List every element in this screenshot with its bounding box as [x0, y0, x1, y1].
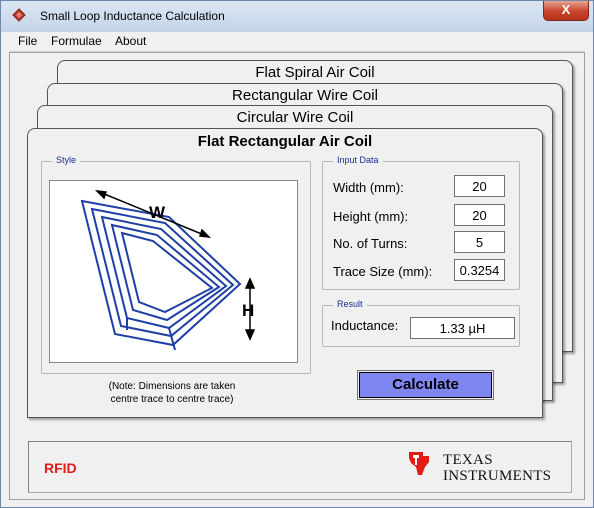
window-title: Small Loop Inductance Calculation — [40, 9, 225, 23]
trace-size-label: Trace Size (mm): — [333, 264, 433, 279]
inductance-label: Inductance: — [331, 318, 399, 333]
ti-line-1: Texas — [443, 452, 493, 468]
tab-title: Circular Wire Coil — [236, 109, 354, 126]
close-button[interactable]: X — [543, 1, 589, 21]
inductance-output — [410, 317, 515, 339]
app-window: Small Loop Inductance Calculation X File… — [0, 0, 594, 508]
rfid-label: RFID — [44, 460, 77, 476]
active-tab-title: Flat Rectangular Air Coil — [197, 133, 373, 150]
turns-input[interactable] — [454, 231, 505, 253]
coil-diagram: W H — [49, 180, 298, 363]
app-icon — [12, 8, 26, 22]
result-legend: Result — [333, 299, 367, 309]
menu-file[interactable]: File — [18, 34, 37, 48]
width-label: Width (mm): — [333, 180, 404, 195]
style-group-legend: Style — [52, 155, 81, 165]
height-input[interactable] — [454, 204, 505, 226]
dimension-note: (Note: Dimensions are taken centre trace… — [77, 380, 267, 406]
ti-line-2: Instruments — [443, 468, 552, 484]
texas-instruments-logo-icon — [409, 452, 429, 475]
title-bar[interactable]: Small Loop Inductance Calculation X — [1, 1, 593, 32]
height-label: Height (mm): — [333, 209, 409, 224]
calculate-button[interactable]: Calculate — [357, 370, 494, 400]
width-symbol: W — [149, 203, 166, 222]
footer-panel: RFID Texas Instruments — [28, 441, 572, 493]
height-symbol: H — [242, 301, 254, 320]
input-data-legend: Input Data — [333, 155, 383, 165]
width-input[interactable] — [454, 175, 505, 197]
menu-formulae[interactable]: Formulae — [51, 34, 102, 48]
tab-title: Rectangular Wire Coil — [232, 87, 378, 104]
tab-title: Flat Spiral Air Coil — [255, 64, 375, 81]
dimension-note-line1: (Note: Dimensions are taken — [108, 381, 236, 392]
dimension-note-line2: centre trace to centre trace) — [110, 394, 234, 405]
menu-bar: File Formulae About — [9, 32, 585, 52]
texas-instruments-wordmark: Texas Instruments — [443, 452, 551, 484]
trace-size-input[interactable] — [454, 259, 505, 281]
menu-about[interactable]: About — [115, 34, 146, 48]
turns-label: No. of Turns: — [333, 236, 408, 251]
